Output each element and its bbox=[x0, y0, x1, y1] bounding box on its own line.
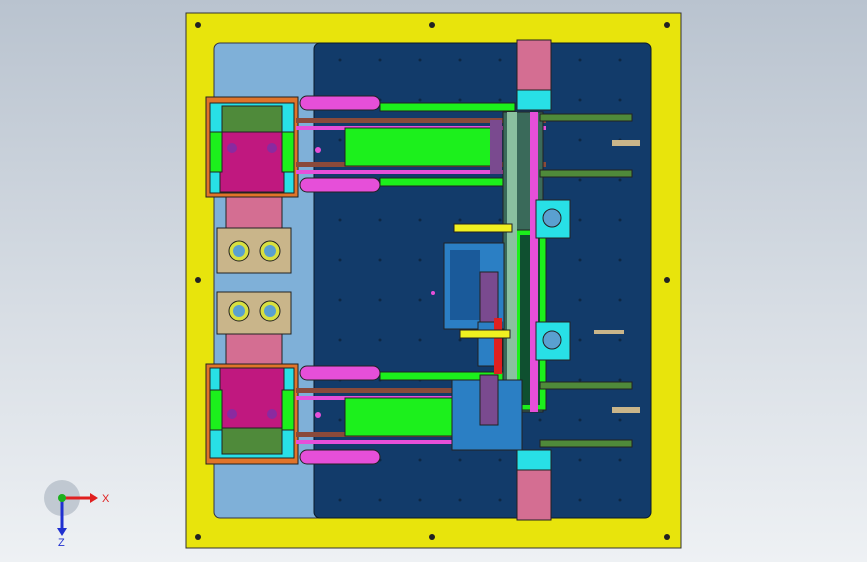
upper-clamp-assembly[interactable] bbox=[205, 96, 299, 274]
y-axis-dot-icon bbox=[58, 494, 66, 502]
axis-triad: X Z bbox=[44, 480, 110, 548]
triad-z-label: Z bbox=[58, 537, 65, 548]
cad-viewport[interactable] bbox=[0, 0, 867, 562]
triad-x-label: X bbox=[102, 493, 110, 505]
lower-clamp-assembly[interactable] bbox=[205, 291, 299, 465]
